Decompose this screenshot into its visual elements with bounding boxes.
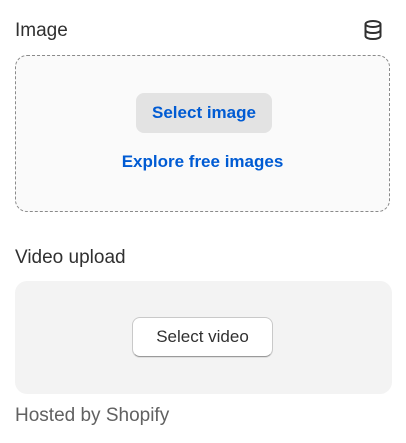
select-image-button[interactable]: Select image [136,93,272,133]
image-label: Image [15,20,68,41]
hosted-by-note: Hosted by Shopify [15,405,170,426]
video-upload-label: Video upload [15,247,126,268]
select-video-button[interactable]: Select video [132,317,273,357]
explore-free-images-link[interactable]: Explore free images [16,150,389,174]
database-icon[interactable] [362,19,384,41]
image-dropzone[interactable]: Select image Explore free images [15,55,390,212]
video-upload-area: Select video [15,281,392,394]
